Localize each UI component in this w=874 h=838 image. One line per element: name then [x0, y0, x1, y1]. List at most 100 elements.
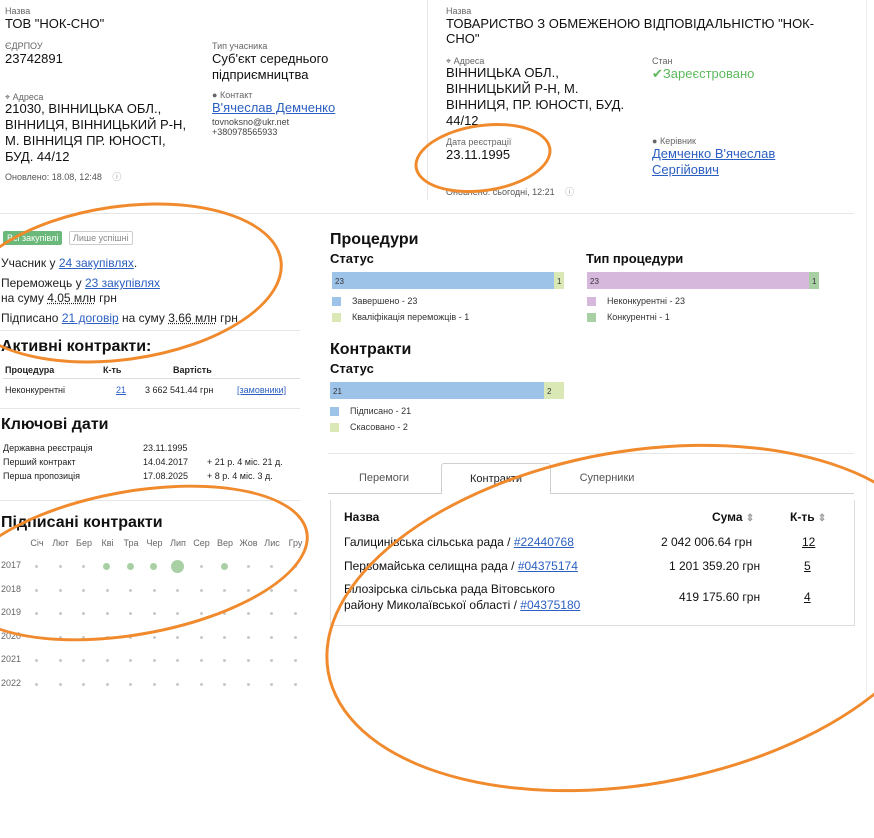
- heatmap-empty-cell: [129, 682, 132, 686]
- edrpou-label: ЄДРПОУ: [5, 41, 43, 51]
- address-line: 44/12: [446, 113, 479, 128]
- heatmap-empty-cell: [270, 565, 273, 568]
- year-label: 2022: [1, 677, 22, 688]
- help-icon[interactable]: ⓘ: [112, 172, 121, 182]
- heatmap-empty-cell: [223, 612, 226, 615]
- heatmap-empty-cell: [35, 588, 38, 592]
- signed-link[interactable]: 21 договір: [62, 311, 119, 325]
- address-line: ВІННИЦЬКИЙ Р-Н, М.: [446, 81, 579, 96]
- winner-stat: Переможець у 23 закупівлях: [1, 276, 160, 290]
- heatmap-empty-cell: [223, 682, 226, 686]
- tab-wins[interactable]: Перемоги: [330, 472, 438, 484]
- legend-label: Завершено - 23: [352, 296, 418, 306]
- month-label: Лип: [170, 538, 186, 548]
- contracts-status-title: Статус: [330, 361, 374, 376]
- bar-value-label: 1: [812, 277, 817, 286]
- divider: [328, 453, 854, 454]
- participant-type-label: Тип учасника: [212, 41, 268, 51]
- sort-icon[interactable]: ⇕: [818, 513, 826, 524]
- bar-segment[interactable]: 1: [554, 272, 564, 289]
- heatmap-empty-cell: [82, 612, 85, 615]
- table-row-count-link[interactable]: 4: [804, 590, 811, 604]
- customer-name: Галицинівська сільська рада /: [344, 535, 511, 549]
- state-value-row: ✔Зареєстровано: [652, 66, 754, 82]
- participant-type-line2: підприємництва: [212, 67, 309, 82]
- header-sum-label: Сума: [712, 510, 743, 524]
- heatmap-empty-cell: [35, 682, 38, 686]
- heatmap-empty-cell: [152, 588, 156, 592]
- heatmap-empty-cell: [129, 612, 132, 615]
- heatmap-empty-cell: [246, 612, 250, 615]
- header-count[interactable]: К-ть ⇕: [790, 510, 826, 524]
- customer-code-link[interactable]: #04375180: [520, 598, 580, 612]
- person-icon: ●: [652, 136, 658, 146]
- winner-prefix: Переможець у: [1, 276, 82, 290]
- heatmap-bubble[interactable]: [150, 562, 157, 570]
- tabs-baseline: [328, 493, 854, 494]
- head-label: Керівник: [659, 136, 696, 146]
- table-row-sum: 1 201 359.20 грн: [669, 559, 761, 573]
- customer-code-link[interactable]: #22440768: [514, 535, 574, 549]
- filter-all-button[interactable]: Всі закупівлі: [3, 231, 63, 245]
- bar-segment[interactable]: 23: [332, 272, 554, 289]
- tab-contracts[interactable]: Контракти: [441, 463, 551, 494]
- table-row-count-link[interactable]: 5: [804, 559, 811, 573]
- heatmap-empty-cell: [176, 588, 179, 592]
- legend-swatch: [330, 407, 339, 416]
- bar-segment[interactable]: 2: [544, 382, 564, 399]
- heatmap-empty-cell: [58, 565, 62, 568]
- bar-segment[interactable]: 1: [809, 272, 819, 289]
- heatmap-empty-cell: [270, 682, 273, 686]
- row-count-link[interactable]: 21: [116, 385, 126, 395]
- keydate-date: 23.11.1995: [143, 443, 188, 453]
- header-name[interactable]: Назва: [344, 510, 379, 524]
- bar-segment[interactable]: 23: [587, 272, 809, 289]
- table-row-count-link[interactable]: 12: [802, 535, 815, 549]
- heatmap-empty-cell: [246, 565, 250, 568]
- customers-link[interactable]: [замовники]: [237, 385, 286, 395]
- heatmap-empty-cell: [82, 635, 85, 639]
- heatmap-empty-cell: [105, 588, 109, 592]
- scrollbar-track[interactable]: [866, 0, 867, 702]
- customer-code-link[interactable]: #04375174: [518, 559, 578, 573]
- heatmap-empty-cell: [58, 659, 62, 662]
- company-name: ТОВ "НОК-СНО": [5, 16, 105, 31]
- tab-rivals[interactable]: Суперники: [553, 472, 661, 484]
- winner-link[interactable]: 23 закупівлях: [85, 276, 160, 290]
- filter-successful-button[interactable]: Лише успішні: [69, 231, 133, 245]
- month-label: Вер: [216, 538, 233, 548]
- heatmap-bubble[interactable]: [220, 562, 228, 570]
- legend-swatch: [587, 297, 596, 306]
- divider: [0, 408, 300, 409]
- heatmap-empty-cell: [223, 588, 226, 592]
- legend-label: Кваліфікація переможців - 1: [352, 312, 470, 322]
- heatmap-empty-cell: [129, 635, 132, 639]
- procedure-type-title: Тип процедури: [586, 251, 684, 266]
- heatmap-empty-cell: [105, 659, 109, 662]
- help-icon[interactable]: ⓘ: [565, 187, 574, 197]
- heatmap-bubble[interactable]: [103, 562, 110, 570]
- heatmap-empty-cell: [58, 588, 62, 592]
- contact-name-link[interactable]: В'ячеслав Демченко: [212, 100, 335, 116]
- row-procedure: Неконкурентні: [5, 385, 66, 395]
- participant-link[interactable]: 24 закупівлях: [59, 256, 134, 270]
- header-sum[interactable]: Сума ⇕: [712, 510, 754, 524]
- updated-text: Оновлено: 18.08, 12:48: [5, 172, 102, 182]
- heatmap-empty-cell: [35, 635, 38, 639]
- month-label: Лют: [52, 538, 69, 548]
- legend-label: Скасовано - 2: [350, 422, 408, 432]
- bar-value-label: 23: [335, 277, 344, 286]
- legend-swatch: [332, 313, 341, 322]
- address-line: ВІННИЦЯ, ПР. ЮНОСТІ, БУД.: [446, 97, 625, 112]
- heatmap-bubble[interactable]: [170, 559, 184, 573]
- sort-icon[interactable]: ⇕: [746, 513, 754, 524]
- heatmap-empty-cell: [199, 588, 203, 592]
- updated-text: Оновлено: сьогодні, 12:21: [446, 187, 555, 197]
- table-row-sum: 2 042 006.64 грн: [661, 535, 753, 549]
- heatmap-empty-cell: [223, 659, 226, 662]
- signed-sum-value: 3.66 млн: [168, 311, 217, 325]
- head-name-link[interactable]: Демченко В'ячеслав Сергійович: [652, 146, 775, 178]
- month-label: Гру: [288, 538, 303, 548]
- bar-segment[interactable]: 21: [330, 382, 544, 399]
- heatmap-bubble[interactable]: [126, 562, 134, 570]
